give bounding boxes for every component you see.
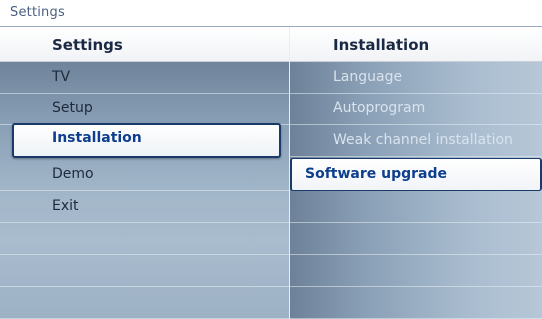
- installation-submenu-list: Language Autoprogram Weak channel instal…: [290, 62, 542, 319]
- submenu-item-label: Autoprogram: [333, 100, 426, 116]
- submenu-empty-row: [290, 255, 542, 287]
- menu-item-demo[interactable]: Demo: [0, 159, 289, 191]
- tv-settings-screen: Settings Settings TV Setup Installation …: [0, 0, 542, 319]
- settings-menu-header: Settings: [0, 27, 289, 62]
- menu-item-label: Demo: [52, 166, 94, 182]
- submenu-item-label: Weak channel installation: [333, 132, 513, 148]
- submenu-empty-row: [290, 223, 542, 255]
- submenu-item-label: Software upgrade: [305, 166, 448, 182]
- menu-item-tv[interactable]: TV: [0, 62, 289, 94]
- submenu-item-software-upgrade[interactable]: Software upgrade: [290, 158, 542, 191]
- settings-menu-title: Settings: [52, 36, 123, 54]
- menu-item-installation[interactable]: Installation: [12, 123, 281, 158]
- submenu-item-label: Language: [333, 69, 403, 85]
- installation-submenu-title: Installation: [333, 36, 430, 54]
- menu-item-exit[interactable]: Exit: [0, 191, 289, 223]
- submenu-item-language[interactable]: Language: [290, 62, 542, 94]
- settings-menu-panel: Settings TV Setup Installation Demo Exit: [0, 27, 289, 319]
- menu-item-label: TV: [52, 69, 71, 85]
- submenu-empty-row: [290, 191, 542, 223]
- menu-item-label: Installation: [52, 130, 142, 146]
- submenu-item-weak-channel-installation[interactable]: Weak channel installation: [290, 125, 542, 157]
- top-bar: Settings: [0, 0, 542, 27]
- menu-empty-row: [0, 223, 289, 255]
- menu-empty-row: [0, 287, 289, 319]
- installation-submenu-panel: Installation Language Autoprogram Weak c…: [290, 27, 542, 319]
- breadcrumb: Settings: [10, 5, 65, 20]
- menu-item-label: Setup: [52, 100, 93, 116]
- submenu-item-autoprogram[interactable]: Autoprogram: [290, 93, 542, 125]
- submenu-empty-row: [290, 287, 542, 319]
- settings-menu-list: TV Setup Installation Demo Exit: [0, 62, 289, 319]
- menu-item-label: Exit: [52, 198, 79, 214]
- menu-item-setup[interactable]: Setup: [0, 93, 289, 125]
- menu-empty-row: [0, 255, 289, 287]
- installation-submenu-header: Installation: [290, 27, 542, 62]
